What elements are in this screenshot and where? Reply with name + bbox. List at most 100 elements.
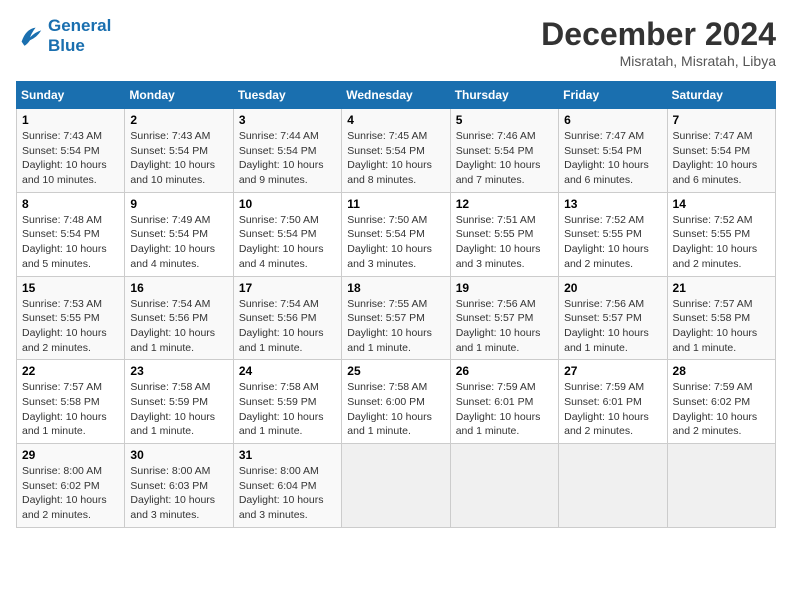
- day-info: Sunrise: 7:55 AMSunset: 5:57 PMDaylight:…: [347, 297, 444, 356]
- day-info: Sunrise: 7:57 AMSunset: 5:58 PMDaylight:…: [673, 297, 770, 356]
- day-info: Sunrise: 8:00 AMSunset: 6:03 PMDaylight:…: [130, 464, 227, 523]
- day-info: Sunrise: 8:00 AMSunset: 6:02 PMDaylight:…: [22, 464, 119, 523]
- day-number: 14: [673, 197, 770, 211]
- day-number: 28: [673, 364, 770, 378]
- logo-general: General: [48, 16, 111, 35]
- day-info: Sunrise: 7:58 AMSunset: 5:59 PMDaylight:…: [130, 380, 227, 439]
- calendar-table: SundayMondayTuesdayWednesdayThursdayFrid…: [16, 81, 776, 528]
- day-number: 7: [673, 113, 770, 127]
- day-number: 15: [22, 281, 119, 295]
- day-number: 6: [564, 113, 661, 127]
- calendar-day-cell: 14 Sunrise: 7:52 AMSunset: 5:55 PMDayligh…: [667, 192, 775, 276]
- day-number: 10: [239, 197, 336, 211]
- day-info: Sunrise: 7:48 AMSunset: 5:54 PMDaylight:…: [22, 213, 119, 272]
- calendar-week-row: 15 Sunrise: 7:53 AMSunset: 5:55 PMDayligh…: [17, 276, 776, 360]
- day-number: 8: [22, 197, 119, 211]
- calendar-day-cell: 27 Sunrise: 7:59 AMSunset: 6:01 PMDayligh…: [559, 360, 667, 444]
- day-info: Sunrise: 7:47 AMSunset: 5:54 PMDaylight:…: [564, 129, 661, 188]
- day-number: 27: [564, 364, 661, 378]
- day-info: Sunrise: 7:58 AMSunset: 6:00 PMDaylight:…: [347, 380, 444, 439]
- day-info: Sunrise: 7:58 AMSunset: 5:59 PMDaylight:…: [239, 380, 336, 439]
- day-number: 16: [130, 281, 227, 295]
- calendar-header-monday: Monday: [125, 82, 233, 109]
- empty-cell: [559, 444, 667, 528]
- month-title: December 2024: [541, 16, 776, 53]
- logo-icon: [16, 22, 44, 50]
- day-info: Sunrise: 7:52 AMSunset: 5:55 PMDaylight:…: [673, 213, 770, 272]
- day-info: Sunrise: 7:47 AMSunset: 5:54 PMDaylight:…: [673, 129, 770, 188]
- day-info: Sunrise: 7:54 AMSunset: 5:56 PMDaylight:…: [130, 297, 227, 356]
- calendar-header-thursday: Thursday: [450, 82, 558, 109]
- calendar-day-cell: 12 Sunrise: 7:51 AMSunset: 5:55 PMDayligh…: [450, 192, 558, 276]
- calendar-day-cell: 1Sunrise: 7:43 AMSunset: 5:54 PMDaylight…: [17, 109, 125, 193]
- logo-text: General Blue: [48, 16, 111, 55]
- calendar-day-cell: 8 Sunrise: 7:48 AMSunset: 5:54 PMDaylight…: [17, 192, 125, 276]
- calendar-day-cell: 9Sunrise: 7:49 AMSunset: 5:54 PMDaylight…: [125, 192, 233, 276]
- calendar-day-cell: 3 Sunrise: 7:44 AMSunset: 5:54 PMDaylight…: [233, 109, 341, 193]
- calendar-day-cell: 30Sunrise: 8:00 AMSunset: 6:03 PMDayligh…: [125, 444, 233, 528]
- calendar-day-cell: 19Sunrise: 7:56 AMSunset: 5:57 PMDayligh…: [450, 276, 558, 360]
- page-header: General Blue December 2024 Misratah, Mis…: [16, 16, 776, 69]
- day-number: 31: [239, 448, 336, 462]
- calendar-day-cell: 28Sunrise: 7:59 AMSunset: 6:02 PMDayligh…: [667, 360, 775, 444]
- calendar-day-cell: 26 Sunrise: 7:59 AMSunset: 6:01 PMDayligh…: [450, 360, 558, 444]
- location-subtitle: Misratah, Misratah, Libya: [541, 53, 776, 69]
- calendar-day-cell: 22 Sunrise: 7:57 AMSunset: 5:58 PMDayligh…: [17, 360, 125, 444]
- day-number: 13: [564, 197, 661, 211]
- logo-blue: Blue: [48, 36, 111, 56]
- day-number: 3: [239, 113, 336, 127]
- day-info: Sunrise: 7:59 AMSunset: 6:01 PMDaylight:…: [456, 380, 553, 439]
- day-info: Sunrise: 7:54 AMSunset: 5:56 PMDaylight:…: [239, 297, 336, 356]
- calendar-week-row: 22 Sunrise: 7:57 AMSunset: 5:58 PMDayligh…: [17, 360, 776, 444]
- calendar-week-row: 8 Sunrise: 7:48 AMSunset: 5:54 PMDaylight…: [17, 192, 776, 276]
- calendar-header-row: SundayMondayTuesdayWednesdayThursdayFrid…: [17, 82, 776, 109]
- calendar-day-cell: 6 Sunrise: 7:47 AMSunset: 5:54 PMDaylight…: [559, 109, 667, 193]
- day-info: Sunrise: 7:51 AMSunset: 5:55 PMDaylight:…: [456, 213, 553, 272]
- day-number: 12: [456, 197, 553, 211]
- day-info: Sunrise: 7:52 AMSunset: 5:55 PMDaylight:…: [564, 213, 661, 272]
- calendar-header-wednesday: Wednesday: [342, 82, 450, 109]
- day-number: 22: [22, 364, 119, 378]
- calendar-day-cell: 20Sunrise: 7:56 AMSunset: 5:57 PMDayligh…: [559, 276, 667, 360]
- day-number: 17: [239, 281, 336, 295]
- calendar-header-tuesday: Tuesday: [233, 82, 341, 109]
- day-number: 19: [456, 281, 553, 295]
- day-info: Sunrise: 7:43 AMSunset: 5:54 PMDaylight:…: [130, 129, 227, 188]
- calendar-day-cell: 24Sunrise: 7:58 AMSunset: 5:59 PMDayligh…: [233, 360, 341, 444]
- day-info: Sunrise: 8:00 AMSunset: 6:04 PMDaylight:…: [239, 464, 336, 523]
- calendar-day-cell: 10Sunrise: 7:50 AMSunset: 5:54 PMDayligh…: [233, 192, 341, 276]
- calendar-day-cell: 5 Sunrise: 7:46 AMSunset: 5:54 PMDaylight…: [450, 109, 558, 193]
- day-info: Sunrise: 7:53 AMSunset: 5:55 PMDaylight:…: [22, 297, 119, 356]
- day-number: 20: [564, 281, 661, 295]
- calendar-day-cell: 25 Sunrise: 7:58 AMSunset: 6:00 PMDayligh…: [342, 360, 450, 444]
- day-number: 23: [130, 364, 227, 378]
- day-number: 9: [130, 197, 227, 211]
- day-number: 18: [347, 281, 444, 295]
- day-number: 5: [456, 113, 553, 127]
- calendar-day-cell: 18 Sunrise: 7:55 AMSunset: 5:57 PMDayligh…: [342, 276, 450, 360]
- calendar-day-cell: 21Sunrise: 7:57 AMSunset: 5:58 PMDayligh…: [667, 276, 775, 360]
- logo: General Blue: [16, 16, 111, 55]
- calendar-header-saturday: Saturday: [667, 82, 775, 109]
- calendar-day-cell: 16 Sunrise: 7:54 AMSunset: 5:56 PMDayligh…: [125, 276, 233, 360]
- day-info: Sunrise: 7:57 AMSunset: 5:58 PMDaylight:…: [22, 380, 119, 439]
- day-number: 4: [347, 113, 444, 127]
- calendar-day-cell: 23 Sunrise: 7:58 AMSunset: 5:59 PMDayligh…: [125, 360, 233, 444]
- day-number: 1: [22, 113, 119, 127]
- title-block: December 2024 Misratah, Misratah, Libya: [541, 16, 776, 69]
- calendar-header-friday: Friday: [559, 82, 667, 109]
- day-info: Sunrise: 7:44 AMSunset: 5:54 PMDaylight:…: [239, 129, 336, 188]
- day-info: Sunrise: 7:59 AMSunset: 6:01 PMDaylight:…: [564, 380, 661, 439]
- empty-cell: [342, 444, 450, 528]
- day-number: 26: [456, 364, 553, 378]
- empty-cell: [667, 444, 775, 528]
- day-number: 25: [347, 364, 444, 378]
- calendar-day-cell: 15 Sunrise: 7:53 AMSunset: 5:55 PMDayligh…: [17, 276, 125, 360]
- calendar-day-cell: 2Sunrise: 7:43 AMSunset: 5:54 PMDaylight…: [125, 109, 233, 193]
- empty-cell: [450, 444, 558, 528]
- day-info: Sunrise: 7:45 AMSunset: 5:54 PMDaylight:…: [347, 129, 444, 188]
- calendar-day-cell: 4 Sunrise: 7:45 AMSunset: 5:54 PMDaylight…: [342, 109, 450, 193]
- day-info: Sunrise: 7:46 AMSunset: 5:54 PMDaylight:…: [456, 129, 553, 188]
- calendar-body: 1 Sunrise: 7:43 AMSunset: 5:54 PMDaylight…: [17, 109, 776, 528]
- calendar-day-cell: 7 Sunrise: 7:47 AMSunset: 5:54 PMDaylight…: [667, 109, 775, 193]
